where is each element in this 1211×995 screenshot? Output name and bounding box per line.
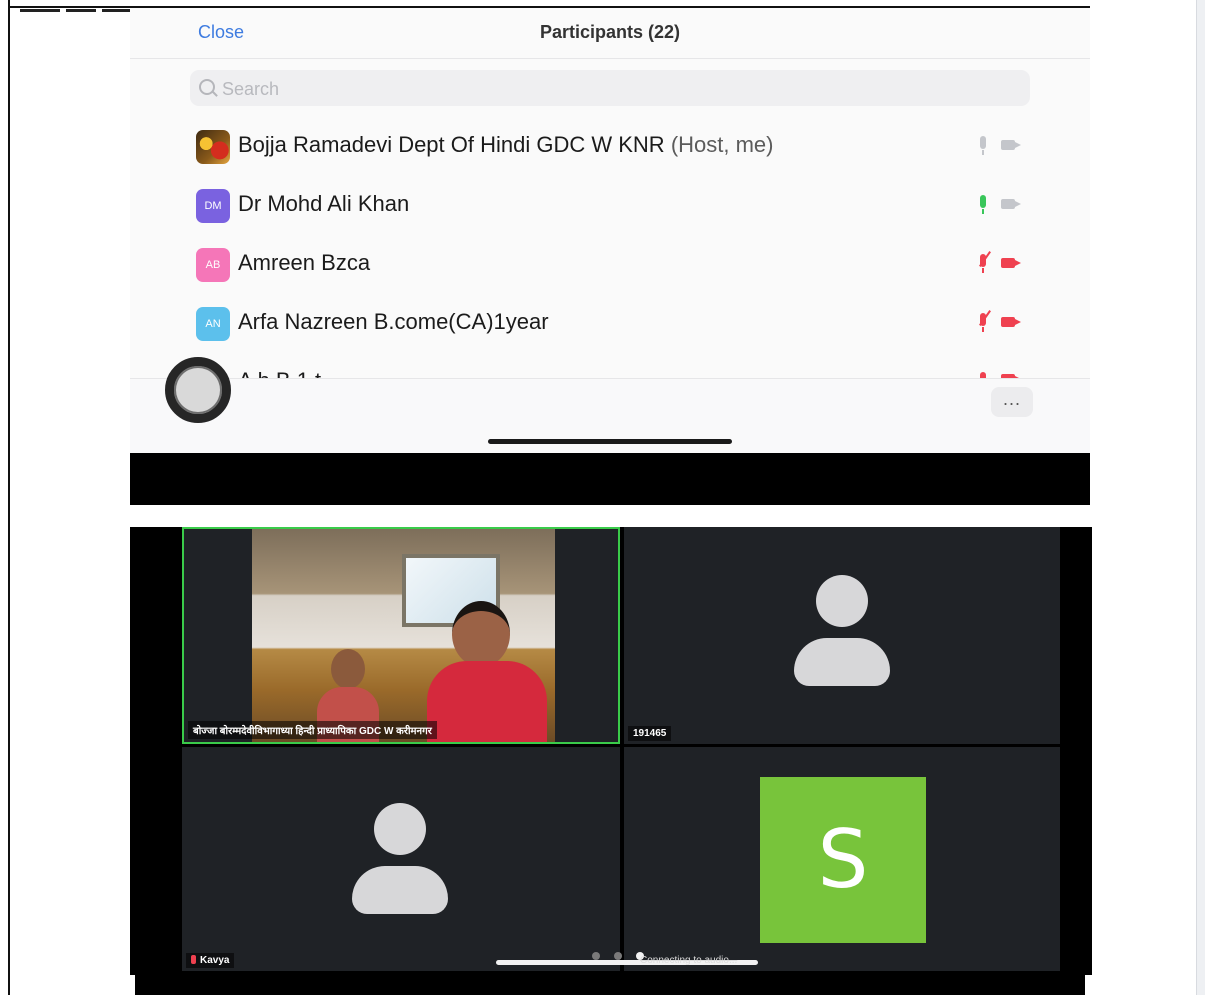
video-tile-active[interactable]: बोज्जा बोरम्मदेवीविभागाध्या हिन्दी प्राध…: [182, 527, 620, 744]
mic-off-icon[interactable]: [980, 136, 986, 155]
person-placeholder-icon: [794, 575, 890, 687]
page-dot[interactable]: [592, 952, 600, 960]
video-gallery: बोज्जा बोरम्मदेवीविभागाध्या हिन्दी प्राध…: [130, 527, 1092, 975]
participant-figure: [427, 601, 547, 742]
connecting-audio-text: Connecting to audio...: [640, 955, 738, 966]
black-strip: [130, 453, 1090, 505]
right-scrollbar[interactable]: [1196, 0, 1205, 995]
avatar: [196, 130, 230, 164]
home-indicator: [488, 439, 732, 444]
more-options-button[interactable]: ...: [991, 387, 1033, 417]
sheet-header: Close Participants (22): [130, 8, 1090, 59]
participant-role: (Host, me): [670, 132, 774, 157]
video-tile[interactable]: S: [624, 747, 1060, 971]
tile-name-label: 191465: [628, 726, 672, 741]
video-off-icon[interactable]: [1001, 140, 1021, 150]
search-input[interactable]: [220, 70, 1004, 108]
letter-avatar: S: [760, 777, 926, 943]
video-off-icon[interactable]: [1001, 199, 1021, 209]
assistive-touch-button[interactable]: [165, 357, 231, 423]
video-tile[interactable]: 191465: [624, 527, 1060, 744]
participant-row-partial[interactable]: A h B 1 t: [130, 360, 1090, 379]
avatar: AB: [196, 248, 230, 282]
tile-name-label: बोज्जा बोरम्मदेवीविभागाध्या हिन्दी प्राध…: [188, 721, 437, 739]
participant-name: Arfa Nazreen B.come(CA)1year: [238, 309, 549, 334]
participant-name: Bojja Ramadevi Dept Of Hindi GDC W KNR: [238, 132, 665, 157]
person-placeholder-icon: [352, 803, 448, 915]
participants-sheet: Close Participants (22) Bojja Ramadevi D…: [130, 8, 1090, 453]
video-tile[interactable]: Kavya: [182, 747, 620, 971]
participant-name-wrap: Bojja Ramadevi Dept Of Hindi GDC W KNR (…: [238, 132, 774, 158]
participant-row[interactable]: DM Dr Mohd Ali Khan: [130, 176, 1090, 234]
tile-name: Kavya: [200, 955, 230, 966]
video-off-icon[interactable]: [1001, 258, 1021, 268]
bottom-black-bar: [135, 975, 1085, 995]
participant-row[interactable]: Bojja Ramadevi Dept Of Hindi GDC W KNR (…: [130, 117, 1090, 175]
participant-row[interactable]: AN Arfa Nazreen B.come(CA)1year: [130, 294, 1090, 352]
avatar: DM: [196, 189, 230, 223]
search-bar[interactable]: [190, 70, 1030, 108]
participants-title: Participants (22): [539, 22, 681, 42]
participant-name: A h B 1 t: [238, 368, 321, 378]
mic-muted-icon: [980, 372, 986, 378]
avatar: AN: [196, 307, 230, 341]
video-feed: [252, 529, 555, 742]
participant-name: Dr Mohd Ali Khan: [238, 191, 410, 216]
video-off-icon[interactable]: [1001, 317, 1021, 327]
participant-name: Amreen Bzca: [238, 250, 371, 275]
participant-row[interactable]: AB Amreen Bzca: [130, 235, 1090, 293]
page-dot[interactable]: [614, 952, 622, 960]
mic-on-icon[interactable]: [980, 195, 986, 214]
search-icon: [199, 79, 215, 95]
mic-muted-icon: [191, 955, 196, 964]
frame-left-border: [8, 0, 10, 995]
sheet-bottom-bar: ...: [130, 379, 1090, 453]
tile-name-label: Kavya: [186, 953, 235, 968]
